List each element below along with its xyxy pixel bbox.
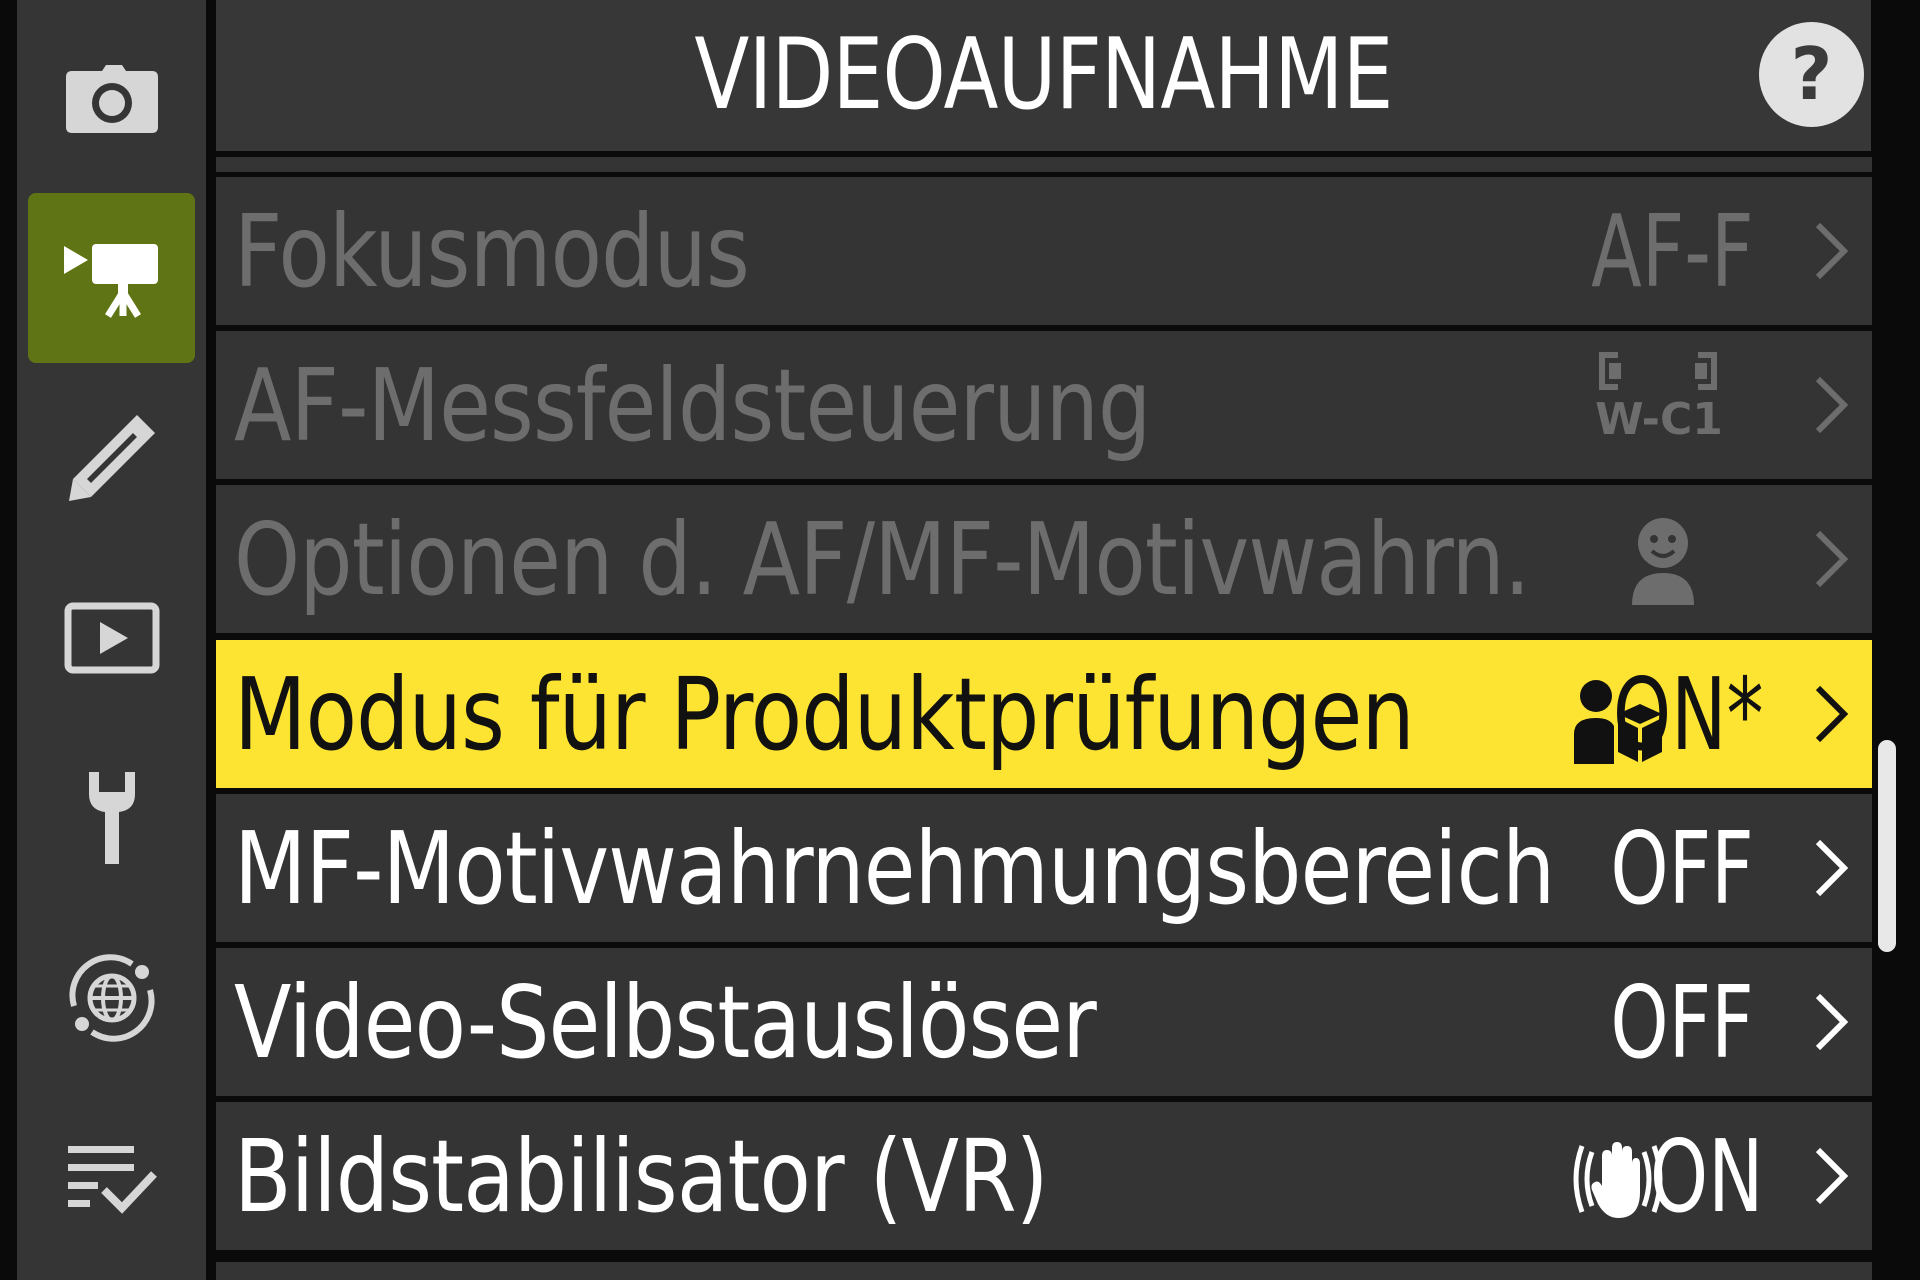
- face-detection-icon: [1628, 515, 1698, 605]
- movie-camera-icon: [63, 244, 158, 318]
- tab-video-recording[interactable]: [28, 193, 195, 363]
- menu-item-bildstabilisator[interactable]: Bildstabilisator (VR) ON: [216, 1102, 1872, 1250]
- chevron-right-icon: [1815, 530, 1849, 588]
- playback-icon: [64, 602, 159, 674]
- menu-item-fokusmodus[interactable]: Fokusmodus AF-F: [216, 177, 1872, 325]
- menu-item-label: Modus für Produktprüfungen: [234, 656, 1415, 773]
- tab-my-menu[interactable]: [28, 1093, 195, 1263]
- menu-item-value: AF-F: [1591, 193, 1754, 310]
- menu-item-value: OFF: [1610, 810, 1754, 927]
- tab-network[interactable]: [28, 913, 195, 1083]
- chevron-right-icon: [1815, 685, 1849, 743]
- partial-row-above: [216, 157, 1872, 172]
- af-area-code: W-C1: [1595, 394, 1723, 445]
- wide-area-af-icon: W-C1: [1594, 343, 1724, 463]
- menu-item-label: Optionen d. AF/MF-Motivwahrn.: [234, 501, 1531, 618]
- camera-menu-screen: VIDEOAUFNAHME ? Fokusmodus AF-F AF-Messf…: [0, 0, 1920, 1280]
- camera-icon: [65, 65, 158, 133]
- menu-item-mf-motivwahrnehmungsbereich[interactable]: MF-Motivwahrnehmungsbereich OFF: [216, 794, 1872, 942]
- menu-item-label: Fokusmodus: [234, 193, 750, 310]
- menu-item-value: OFF: [1610, 964, 1754, 1081]
- menu-item-value: ON*: [1613, 656, 1764, 773]
- chevron-right-icon: [1815, 222, 1849, 280]
- wrench-icon: [88, 772, 135, 864]
- menu-item-produktpruefungen[interactable]: Modus für Produktprüfungen ON*: [216, 640, 1872, 788]
- tab-playback[interactable]: [28, 553, 195, 723]
- chevron-right-icon: [1815, 993, 1849, 1051]
- tab-setup[interactable]: [28, 733, 195, 903]
- menu-title: VIDEOAUFNAHME: [694, 18, 1393, 132]
- tab-image-editing[interactable]: [28, 373, 195, 543]
- my-menu-icon: [67, 1146, 157, 1214]
- scrollbar[interactable]: [1878, 740, 1896, 952]
- tab-photo-shooting[interactable]: [28, 15, 195, 185]
- menu-item-video-selbstausloeser[interactable]: Video-Selbstauslöser OFF: [216, 948, 1872, 1096]
- menu-item-label: AF-Messfeldsteuerung: [234, 347, 1151, 464]
- partial-row-below: [216, 1262, 1872, 1280]
- menu-item-value: ON: [1650, 1118, 1764, 1235]
- help-button[interactable]: ?: [1759, 22, 1864, 127]
- menu-item-label: MF-Motivwahrnehmungsbereich: [234, 810, 1555, 927]
- menu-tab-bar: [17, 0, 206, 1280]
- chevron-right-icon: [1815, 376, 1849, 434]
- menu-item-label: Video-Selbstauslöser: [234, 964, 1097, 1081]
- network-icon: [68, 954, 155, 1042]
- chevron-right-icon: [1815, 839, 1849, 897]
- pencil-icon: [68, 415, 155, 501]
- menu-header: VIDEOAUFNAHME ?: [216, 0, 1871, 151]
- chevron-right-icon: [1815, 1147, 1849, 1205]
- menu-item-label: Bildstabilisator (VR): [234, 1118, 1049, 1235]
- menu-item-af-messfeldsteuerung[interactable]: AF-Messfeldsteuerung W-C1: [216, 331, 1872, 479]
- menu-item-motivwahrnehmung-optionen[interactable]: Optionen d. AF/MF-Motivwahrn.: [216, 485, 1872, 633]
